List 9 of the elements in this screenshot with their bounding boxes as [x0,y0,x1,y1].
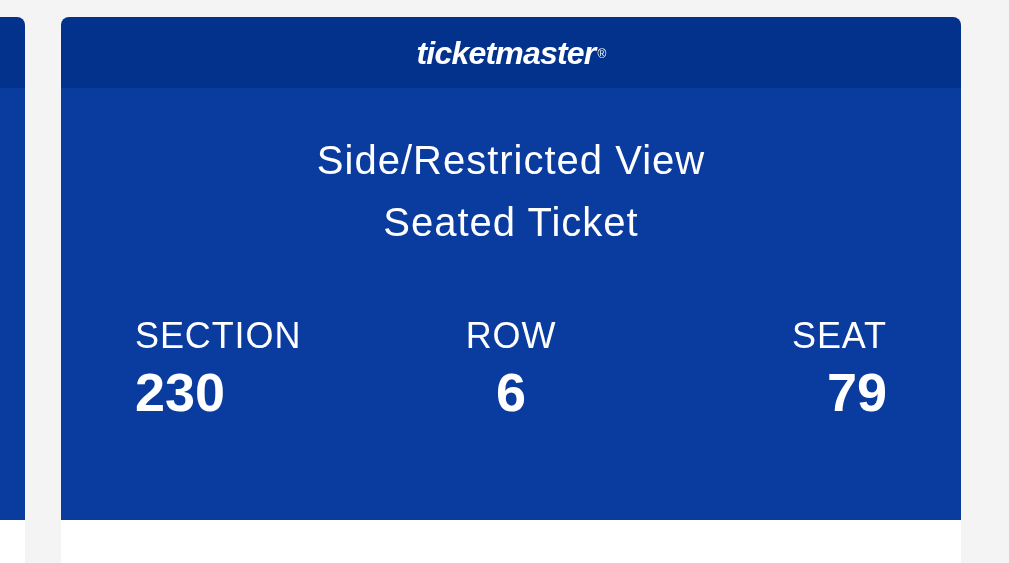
seat-label: SEAT [792,314,887,358]
seat-value: 6 [495,361,526,424]
ticket-type: Side/Restricted View [316,137,706,184]
ticket-type: Seated Ticket [383,199,639,246]
seat-label: SECTION [135,314,302,358]
seat-value: 230 [135,361,226,424]
seat-label: ROW [465,314,557,358]
seat-value: 79 [826,361,887,424]
brand-logo: ticketmaster$^{®}$ [416,33,606,73]
